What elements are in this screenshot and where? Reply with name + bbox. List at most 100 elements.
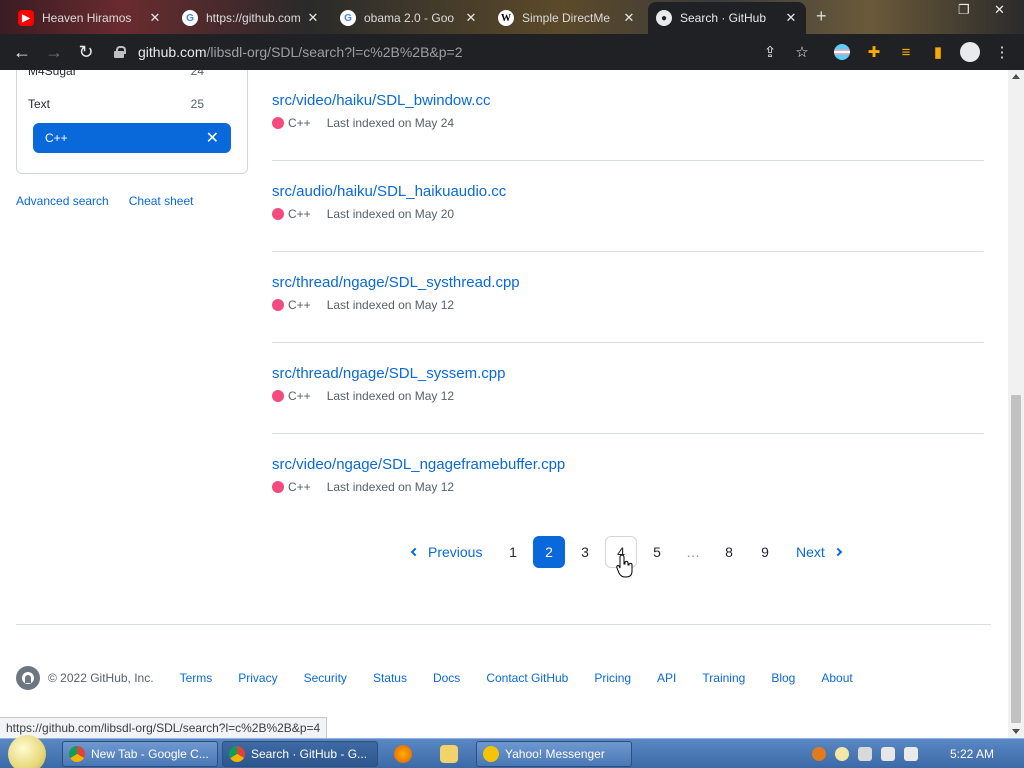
result-language: C++ — [288, 207, 311, 221]
folder-icon[interactable] — [440, 745, 458, 763]
media-playlist-icon[interactable]: ≡ — [896, 42, 916, 62]
footer-link-terms[interactable]: Terms — [180, 671, 213, 685]
result-item: src/video/haiku/SDL_bwindow.cc C++ Last … — [272, 70, 984, 161]
result-file-link[interactable]: src/thread/ngage/SDL_syssem.cpp — [272, 365, 505, 382]
taskbar-item-github-search[interactable]: Search · GitHub - G... — [222, 741, 378, 767]
browser-tab-strip: ▶ Heaven Hiramos ✕ G https://github.com … — [0, 0, 1024, 34]
result-meta: C++ Last indexed on May 12 — [272, 298, 454, 312]
close-icon[interactable]: ✕ — [464, 10, 478, 26]
bookmark-star-icon[interactable]: ☆ — [792, 42, 812, 62]
security-warning-icon[interactable] — [858, 747, 872, 761]
taskbar-clock[interactable]: 5:22 AM — [950, 747, 994, 761]
result-meta: C++ Last indexed on May 20 — [272, 207, 454, 221]
scroll-up-arrow-icon[interactable] — [1012, 74, 1020, 79]
page-link-3[interactable]: 3 — [569, 536, 601, 568]
windows-taskbar: New Tab - Google C... Search · GitHub - … — [0, 735, 1024, 768]
lock-icon[interactable] — [114, 46, 126, 58]
footer-link-blog[interactable]: Blog — [771, 671, 795, 685]
page-link-9[interactable]: 9 — [749, 536, 781, 568]
page-link-8[interactable]: 8 — [713, 536, 745, 568]
tab-title: Search · GitHub — [680, 11, 767, 25]
start-button-icon[interactable] — [8, 735, 46, 768]
result-indexed-date: Last indexed on May 12 — [326, 298, 455, 312]
browser-toolbar: ← → ↻ github.com/libsdl-org/SDL/search?l… — [0, 34, 1024, 70]
side-panel-icon[interactable]: ▮ — [928, 42, 948, 62]
footer-link-security[interactable]: Security — [304, 671, 347, 685]
close-icon[interactable]: ✕ — [148, 10, 162, 26]
language-filter-m4sugar[interactable]: M4Sugar 24 — [16, 70, 216, 86]
result-file-link[interactable]: src/audio/haiku/SDL_haikuaudio.cc — [272, 183, 506, 200]
pagination-gap: … — [686, 544, 700, 560]
previous-page-link[interactable]: Previous — [408, 536, 486, 568]
footer-link-training[interactable]: Training — [702, 671, 745, 685]
taskbar-item-new-tab[interactable]: New Tab - Google C... — [62, 741, 218, 767]
browser-tab-2[interactable]: G https://github.com ✕ — [174, 4, 328, 32]
next-page-link[interactable]: Next — [792, 536, 845, 568]
search-magnifier-icon[interactable] — [812, 747, 826, 761]
close-icon[interactable]: ✕ — [622, 10, 636, 26]
close-icon[interactable]: ✕ — [306, 10, 320, 26]
close-icon[interactable]: ✕ — [784, 10, 798, 26]
tab-title: Heaven Hiramos — [42, 11, 132, 25]
result-item: src/audio/haiku/SDL_haikuaudio.cc C++ La… — [272, 161, 984, 252]
google-icon: G — [340, 10, 356, 26]
browser-tab-1[interactable]: ▶ Heaven Hiramos ✕ — [10, 4, 170, 32]
taskbar-item-yahoo-messenger[interactable]: Yahoo! Messenger — [476, 741, 632, 767]
page-link-1[interactable]: 1 — [497, 536, 529, 568]
network-icon[interactable] — [881, 747, 895, 761]
cheat-sheet-link[interactable]: Cheat sheet — [129, 194, 194, 208]
footer-link-about[interactable]: About — [821, 671, 852, 685]
firefox-icon[interactable] — [394, 745, 412, 763]
result-language: C++ — [288, 389, 311, 403]
scroll-down-arrow-icon[interactable] — [1012, 729, 1020, 734]
reload-icon[interactable]: ↻ — [74, 40, 98, 64]
back-arrow-icon[interactable]: ← — [10, 40, 34, 64]
advanced-search-link[interactable]: Advanced search — [16, 194, 109, 208]
footer-link-api[interactable]: API — [657, 671, 676, 685]
result-file-link[interactable]: src/video/ngage/SDL_ngageframebuffer.cpp — [272, 456, 565, 473]
page-link-current[interactable]: 2 — [533, 536, 565, 568]
url-host: github.com — [138, 44, 207, 60]
github-logo-icon[interactable] — [16, 666, 40, 690]
pagination: Previous 1 2 3 4 5 … 8 9 Next — [0, 534, 1008, 568]
volume-icon[interactable] — [904, 747, 918, 761]
page-link-5[interactable]: 5 — [641, 536, 673, 568]
language-count: 25 — [190, 97, 204, 111]
browser-tab-4[interactable]: W Simple DirectMe ✕ — [490, 4, 644, 32]
result-file-link[interactable]: src/thread/ngage/SDL_systhread.cpp — [272, 274, 520, 291]
result-meta: C++ Last indexed on May 12 — [272, 389, 454, 403]
address-bar[interactable]: github.com/libsdl-org/SDL/search?l=c%2B%… — [106, 38, 826, 66]
profile-avatar-icon[interactable] — [960, 42, 980, 62]
result-item: src/thread/ngage/SDL_syssem.cpp C++ Last… — [272, 343, 984, 434]
forward-arrow-icon[interactable]: → — [42, 40, 66, 64]
language-filter-cpp-selected[interactable]: C++ ✕ — [33, 123, 231, 153]
result-language: C++ — [288, 480, 311, 494]
footer-link-privacy[interactable]: Privacy — [238, 671, 277, 685]
extension-flag-icon[interactable] — [832, 42, 852, 62]
browser-menu-icon[interactable]: ⋮ — [992, 42, 1012, 62]
new-tab-icon[interactable]: + — [816, 6, 827, 27]
browser-tab-3[interactable]: G obama 2.0 - Goo ✕ — [332, 4, 486, 32]
restore-window-icon[interactable]: ❐ — [958, 2, 970, 18]
language-filter-text[interactable]: Text 25 — [16, 89, 216, 119]
smiley-icon[interactable] — [835, 747, 849, 761]
taskbar-item-label: Search · GitHub - G... — [251, 747, 368, 761]
footer-link-contact[interactable]: Contact GitHub — [486, 671, 568, 685]
result-file-link[interactable]: src/video/haiku/SDL_bwindow.cc — [272, 92, 490, 109]
language-color-dot — [272, 208, 284, 220]
previous-label: Previous — [428, 544, 483, 560]
tab-title: Simple DirectMe — [522, 11, 611, 25]
close-window-icon[interactable]: ✕ — [994, 2, 1005, 18]
footer-link-pricing[interactable]: Pricing — [594, 671, 631, 685]
github-icon: ● — [656, 10, 672, 26]
page-scrollbar[interactable] — [1008, 70, 1024, 738]
taskbar-item-label: Yahoo! Messenger — [505, 747, 605, 761]
result-language: C++ — [288, 116, 311, 130]
share-icon[interactable]: ⇪ — [760, 42, 780, 62]
extensions-puzzle-icon[interactable]: ✚ — [864, 42, 884, 62]
browser-tab-5-active[interactable]: ● Search · GitHub ✕ — [648, 2, 806, 34]
scrollbar-thumb[interactable] — [1011, 395, 1021, 723]
footer-link-docs[interactable]: Docs — [433, 671, 460, 685]
footer-link-status[interactable]: Status — [373, 671, 407, 685]
clear-filter-icon[interactable]: ✕ — [206, 128, 219, 148]
